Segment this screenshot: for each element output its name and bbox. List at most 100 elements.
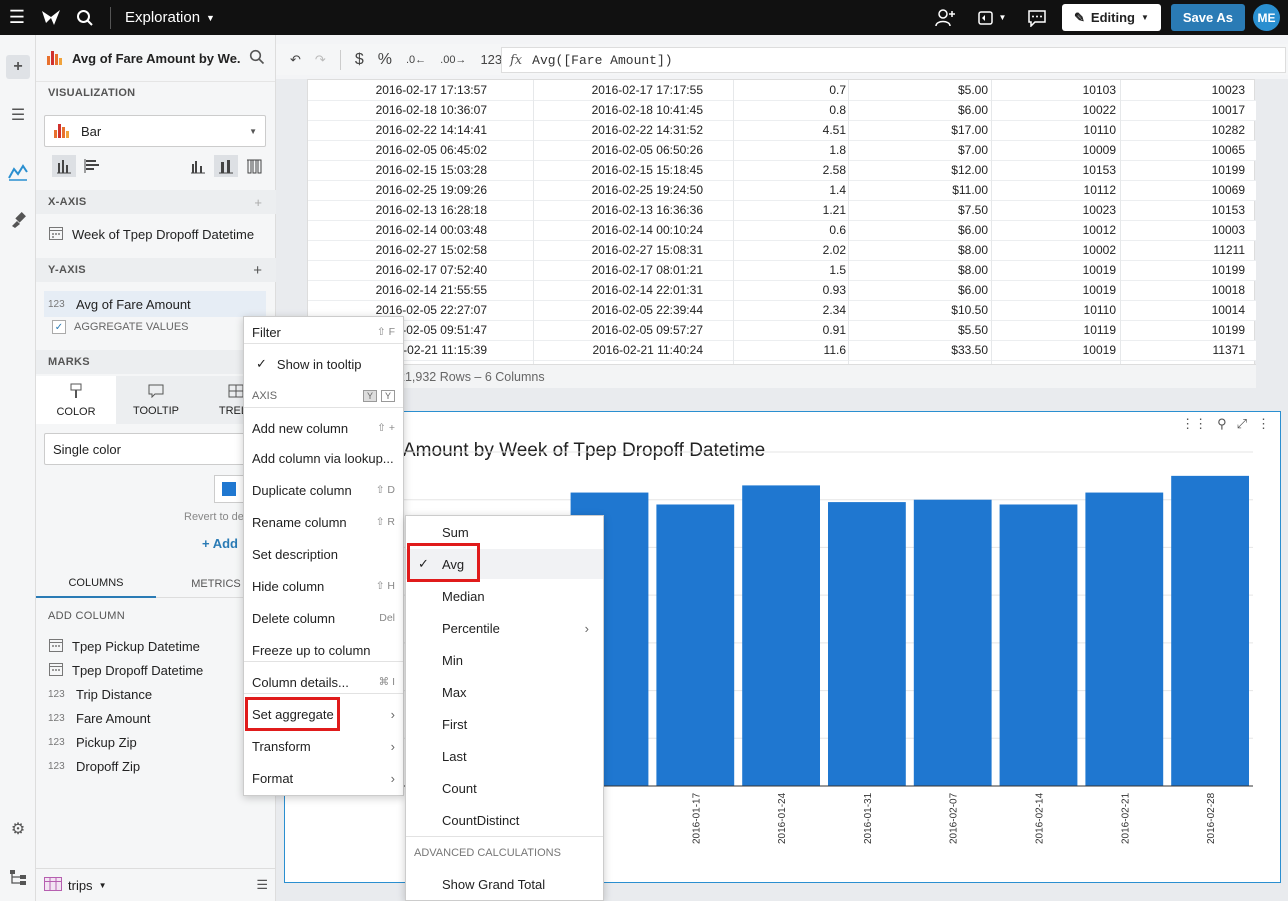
table-cell[interactable]: 2016-02-05 09:57:27: [592, 323, 703, 337]
table-cell[interactable]: $7.00: [958, 143, 988, 157]
table-cell[interactable]: 2016-02-17 07:52:40: [376, 263, 487, 277]
table-cell[interactable]: 2.58: [823, 163, 846, 177]
editing-button[interactable]: ✎ Editing ▼: [1062, 4, 1161, 31]
table-cell[interactable]: 10112: [1084, 183, 1116, 197]
show-grand-total-option[interactable]: Show Grand Total: [406, 869, 603, 899]
workbook-title[interactable]: Exploration ▼: [125, 9, 215, 26]
table-cell[interactable]: 10023: [1083, 203, 1116, 217]
undo-icon[interactable]: ↶: [290, 52, 301, 68]
table-cell[interactable]: 2016-02-05 22:27:07: [376, 303, 487, 317]
table-cell[interactable]: $7.50: [958, 203, 988, 217]
comment-icon[interactable]: [1020, 0, 1054, 35]
aggregate-option-percentile[interactable]: Percentile ›: [406, 613, 603, 643]
aggregate-option-max[interactable]: Max: [406, 677, 603, 707]
menu-item-set-description[interactable]: Set description: [244, 541, 403, 567]
table-cell[interactable]: 1.4: [829, 183, 846, 197]
bar[interactable]: [1171, 475, 1249, 786]
table-cell[interactable]: 1.8: [829, 143, 846, 157]
bar[interactable]: [828, 502, 906, 786]
table-cell[interactable]: $12.00: [951, 163, 988, 177]
table-row[interactable]: 2016-02-17 07:52:40 2016-02-17 08:01:21 1.…: [308, 260, 1256, 280]
menu-item-rename-column[interactable]: Rename column ⇧ R: [244, 509, 403, 535]
aggregate-option-median[interactable]: Median: [406, 581, 603, 611]
save-as-button[interactable]: Save As: [1170, 4, 1245, 31]
avatar[interactable]: ME: [1253, 4, 1280, 31]
table-cell[interactable]: 10199: [1212, 263, 1245, 277]
search-icon[interactable]: [249, 49, 265, 68]
table-cell[interactable]: 2016-02-25 19:24:50: [592, 183, 703, 197]
bar[interactable]: [913, 499, 992, 786]
table-cell[interactable]: 2016-02-05 22:39:44: [592, 303, 703, 317]
table-cell[interactable]: $8.00: [958, 263, 988, 277]
table-cell[interactable]: 2016-02-15 15:18:45: [592, 163, 703, 177]
table-cell[interactable]: 10065: [1212, 143, 1245, 157]
table-cell[interactable]: 10003: [1212, 223, 1245, 237]
hierarchy-icon[interactable]: [6, 865, 30, 889]
aggregate-option-countdistinct[interactable]: CountDistinct: [406, 805, 603, 835]
logo-icon[interactable]: [34, 0, 68, 35]
table-cell[interactable]: 2016-02-27 15:08:31: [592, 243, 703, 257]
source-name[interactable]: trips: [68, 878, 93, 893]
table-cell[interactable]: 10018: [1212, 283, 1245, 297]
table-cell[interactable]: 2016-02-14 21:55:55: [376, 283, 487, 297]
table-cell[interactable]: 0.91: [823, 323, 846, 337]
table-cell[interactable]: 10023: [1212, 83, 1245, 97]
column-item-pickup-zip[interactable]: 123 Pickup Zip: [44, 729, 266, 755]
stacked-bar-icon[interactable]: [214, 155, 238, 177]
aggregate-checkbox[interactable]: ✓: [52, 320, 66, 334]
table-row[interactable]: 2016-02-05 22:27:07 2016-02-05 22:39:44 2.…: [308, 300, 1256, 320]
settings-gear-icon[interactable]: ⚙: [6, 817, 30, 841]
table-cell[interactable]: 2016-02-25 19:09:26: [376, 183, 487, 197]
outline-icon[interactable]: ☰: [6, 103, 30, 127]
table-cell[interactable]: 10199: [1212, 323, 1245, 337]
table-cell[interactable]: 10019: [1083, 283, 1116, 297]
table-cell[interactable]: $8.00: [958, 243, 988, 257]
table-row[interactable]: 2016-02-14 21:55:55 2016-02-14 22:01:31 0.…: [308, 280, 1256, 300]
add-user-icon[interactable]: [928, 0, 962, 35]
table-cell[interactable]: 0.8: [829, 103, 846, 117]
table-cell[interactable]: 10119: [1084, 323, 1116, 337]
table-row[interactable]: 2016-02-21 11:15:39 2016-02-21 11:40:24 11…: [308, 340, 1256, 360]
table-cell[interactable]: 2016-02-15 15:03:28: [376, 163, 487, 177]
currency-icon[interactable]: $: [355, 51, 364, 69]
table-row[interactable]: 2016-02-25 19:09:26 2016-02-25 19:24:50 1.…: [308, 180, 1256, 200]
color-mode-select[interactable]: Single color: [44, 433, 266, 465]
menu-item-delete-column[interactable]: Delete column Del: [244, 605, 403, 631]
table-cell[interactable]: 10014: [1212, 303, 1245, 317]
table-cell[interactable]: 11211: [1213, 243, 1245, 257]
table-cell[interactable]: $33.50: [951, 343, 988, 357]
aggregate-option-last[interactable]: Last: [406, 741, 603, 771]
table-row[interactable]: 2016-02-15 15:03:28 2016-02-15 15:18:45 2.…: [308, 160, 1256, 180]
table-cell[interactable]: 2016-02-18 10:41:45: [592, 103, 703, 117]
menu-item-add-new-column[interactable]: Add new column ⇧ +: [244, 415, 403, 441]
table-cell[interactable]: 10019: [1083, 343, 1116, 357]
table-cell[interactable]: $5.50: [958, 323, 988, 337]
table-row[interactable]: 2016-02-14 00:03:48 2016-02-14 00:10:24 0.…: [308, 220, 1256, 240]
table-cell[interactable]: 2016-02-27 15:02:58: [376, 243, 487, 257]
aggregate-option-min[interactable]: Min: [406, 645, 603, 675]
table-row[interactable]: 2016-02-18 10:36:07 2016-02-18 10:41:45 0.…: [308, 100, 1256, 120]
table-cell[interactable]: 2016-02-05 06:45:02: [376, 143, 487, 157]
table-cell[interactable]: 2.34: [823, 303, 846, 317]
redo-icon[interactable]: ↷: [315, 52, 326, 68]
table-cell[interactable]: $5.00: [958, 83, 988, 97]
add-icon[interactable]: +: [254, 195, 262, 210]
table-row[interactable]: 2016-02-13 16:28:18 2016-02-13 16:36:36 1.…: [308, 200, 1256, 220]
table-cell[interactable]: 10002: [1083, 243, 1116, 257]
table-cell[interactable]: 10017: [1212, 103, 1245, 117]
menu-item-hide-column[interactable]: Hide column ⇧ H: [244, 573, 403, 599]
bar[interactable]: [656, 504, 735, 786]
table-cell[interactable]: 10069: [1212, 183, 1245, 197]
table-cell[interactable]: 2.02: [823, 243, 846, 257]
tab-color[interactable]: COLOR: [36, 376, 116, 424]
column-item-fare-amount[interactable]: 123 Fare Amount: [44, 705, 266, 731]
table-cell[interactable]: 2016-02-22 14:31:52: [592, 123, 703, 137]
table-cell[interactable]: $6.00: [958, 223, 988, 237]
vertical-bar-icon[interactable]: [52, 155, 76, 177]
color-swatch[interactable]: [214, 475, 244, 503]
table-cell[interactable]: $6.00: [958, 103, 988, 117]
table-cell[interactable]: 10009: [1083, 143, 1116, 157]
search-icon[interactable]: [68, 0, 102, 35]
table-cell[interactable]: 0.6: [829, 223, 846, 237]
axis-toggle-icon[interactable]: YY: [362, 390, 395, 402]
